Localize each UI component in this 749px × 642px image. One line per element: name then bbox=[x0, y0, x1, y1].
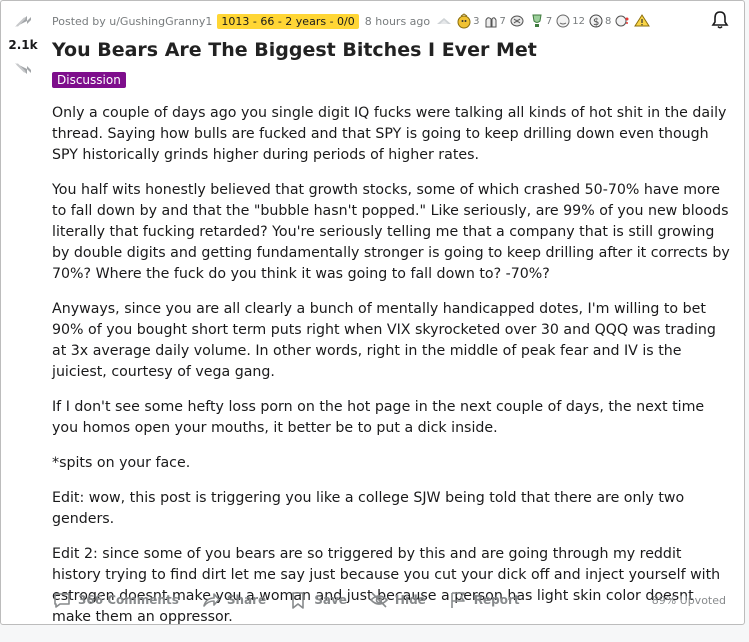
gold-award-icon bbox=[457, 13, 471, 29]
awards-bar[interactable]: 3 7 7 12 $ 8 bbox=[436, 13, 654, 29]
award-item bbox=[614, 13, 631, 29]
post-paragraph: *spits on your face. bbox=[52, 455, 191, 471]
post-paragraph: If I don't see some hefty loss porn on t… bbox=[52, 399, 705, 436]
post-paragraph: You half wits honestly believed that gro… bbox=[52, 182, 730, 282]
notification-bell-icon[interactable] bbox=[710, 10, 730, 30]
hide-button[interactable]: Hide bbox=[369, 590, 426, 610]
award-item bbox=[509, 13, 526, 29]
warning-award-icon bbox=[634, 14, 651, 27]
post-time[interactable]: 8 hours ago bbox=[365, 15, 430, 28]
hide-label: Hide bbox=[394, 593, 426, 607]
upvote-arrow-icon[interactable] bbox=[11, 10, 35, 34]
bookmark-icon bbox=[292, 592, 305, 609]
vote-column: 2.1k bbox=[1, 1, 45, 624]
vote-score: 2.1k bbox=[8, 38, 38, 52]
comment-icon bbox=[54, 593, 70, 608]
post-actions: 366 Comments Share Save Hide Report 89% … bbox=[52, 586, 726, 614]
upvote-ratio: 89% Upvoted bbox=[651, 593, 726, 607]
award-item bbox=[634, 13, 651, 29]
silver-award-icon bbox=[437, 18, 452, 24]
award-item: $ 8 bbox=[588, 13, 611, 29]
comments-button[interactable]: 366 Comments bbox=[52, 590, 179, 610]
post-paragraph: Anyways, since you are all clearly a bun… bbox=[52, 301, 716, 380]
report-button[interactable]: Report bbox=[448, 590, 520, 610]
posted-by[interactable]: Posted by u/GushingGranny1 bbox=[52, 15, 212, 28]
svg-text:$: $ bbox=[593, 17, 599, 28]
post-paragraph: Edit: wow, this post is triggering you l… bbox=[52, 490, 685, 527]
save-button[interactable]: Save bbox=[288, 590, 347, 610]
award-item: 12 bbox=[555, 13, 585, 29]
flag-icon bbox=[450, 592, 465, 608]
post-card: 2.1k Posted by u/GushingGranny1 1013 - 6… bbox=[0, 0, 745, 625]
award-item: 7 bbox=[483, 13, 506, 29]
report-label: Report bbox=[473, 593, 520, 607]
share-button[interactable]: Share bbox=[201, 590, 266, 610]
downvote-arrow-icon[interactable] bbox=[11, 56, 35, 80]
share-icon bbox=[203, 593, 220, 607]
post-meta: Posted by u/GushingGranny1 1013 - 66 - 2… bbox=[52, 11, 734, 31]
spit-award-icon bbox=[615, 15, 629, 27]
face-award-icon bbox=[556, 14, 570, 28]
post-flair[interactable]: Discussion bbox=[52, 72, 126, 88]
trophy-award-icon bbox=[532, 14, 542, 27]
post-body: Only a couple of days ago you single dig… bbox=[52, 103, 733, 642]
award-item: 3 bbox=[456, 13, 480, 29]
eye-slash-icon bbox=[369, 592, 389, 608]
post-paragraph: Only a couple of days ago you single dig… bbox=[52, 105, 727, 163]
hands-award-icon bbox=[485, 17, 496, 28]
post-title[interactable]: You Bears Are The Biggest Bitches I Ever… bbox=[52, 37, 724, 63]
award-item bbox=[436, 13, 453, 29]
brain-award-icon bbox=[510, 15, 524, 27]
save-label: Save bbox=[314, 593, 347, 607]
award-item: 7 bbox=[529, 13, 552, 29]
dollar-award-icon: $ bbox=[589, 14, 603, 28]
comments-label: 366 Comments bbox=[78, 593, 179, 607]
user-flair: 1013 - 66 - 2 years - 0/0 bbox=[217, 13, 359, 29]
share-label: Share bbox=[226, 593, 267, 607]
